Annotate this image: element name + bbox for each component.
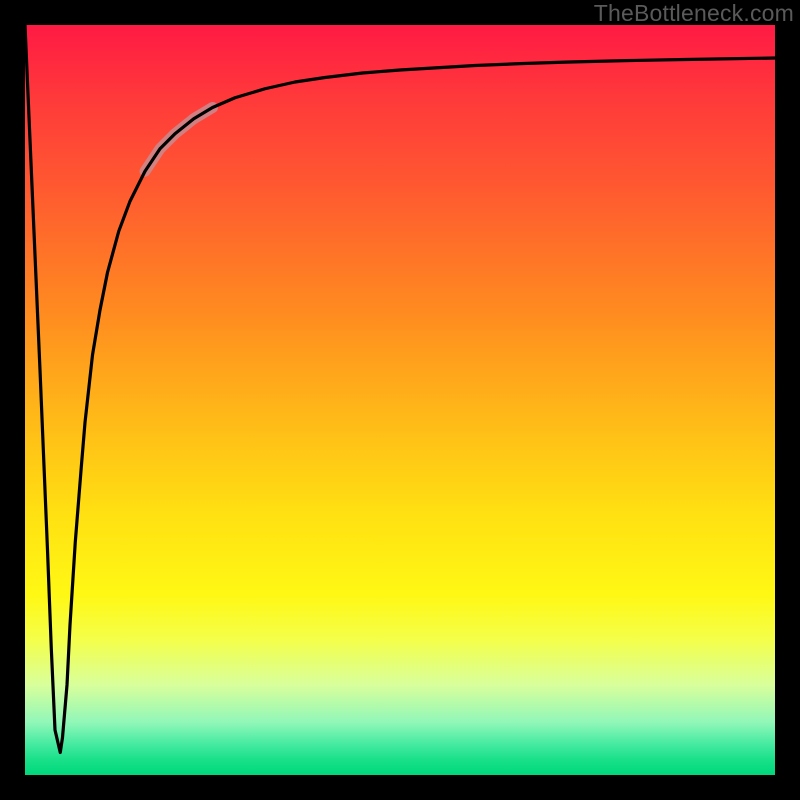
plot-area xyxy=(25,25,775,775)
watermark-text: TheBottleneck.com xyxy=(594,0,794,27)
highlight-segment xyxy=(145,108,213,172)
main-curve xyxy=(25,25,775,753)
curve-layer xyxy=(25,25,775,775)
chart-frame: TheBottleneck.com xyxy=(0,0,800,800)
